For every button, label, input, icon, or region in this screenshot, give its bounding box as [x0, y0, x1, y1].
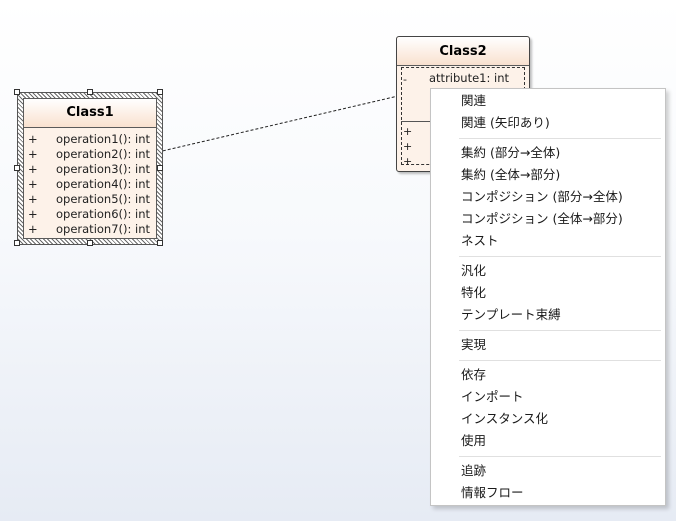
visibility-marker: +	[28, 222, 38, 236]
class2-op-visibility: +	[403, 155, 413, 168]
menu-item-directed-association[interactable]: 関連 (矢印あり)	[461, 113, 550, 133]
visibility-marker: +	[28, 207, 38, 221]
resize-handle-ne[interactable]	[157, 89, 163, 95]
resize-handle-sw[interactable]	[14, 240, 20, 246]
operation-label: operation3(): int	[56, 162, 151, 176]
menu-item-information-flow[interactable]: 情報フロー	[461, 483, 524, 503]
visibility-marker: +	[28, 162, 38, 176]
class2-op-visibility: +	[403, 125, 413, 138]
menu-separator	[459, 456, 661, 457]
class2-title: Class2	[397, 37, 529, 66]
operation-label: operation2(): int	[56, 147, 151, 161]
operation-row: + operation2(): int	[24, 147, 156, 162]
menu-item-aggregation-part-to-whole[interactable]: 集約 (部分→全体)	[461, 143, 560, 163]
resize-handle-se[interactable]	[157, 240, 163, 246]
operation-label: operation7(): int	[56, 222, 151, 236]
operation-row: + operation1(): int	[24, 132, 156, 147]
visibility-marker: +	[28, 147, 38, 161]
menu-item-generalization[interactable]: 汎化	[461, 261, 486, 281]
menu-separator	[459, 138, 661, 139]
operation-row: + operation6(): int	[24, 207, 156, 222]
operation-label: operation1(): int	[56, 132, 151, 146]
visibility-marker: +	[28, 177, 38, 191]
class1-title: Class1	[24, 99, 156, 128]
menu-separator	[459, 256, 661, 257]
operation-label: operation5(): int	[56, 192, 151, 206]
menu-item-composition-whole-to-part[interactable]: コンポジション (全体→部分)	[461, 209, 623, 229]
menu-separator	[459, 330, 661, 331]
menu-item-nesting[interactable]: ネスト	[461, 231, 499, 251]
menu-item-specialization[interactable]: 特化	[461, 283, 486, 303]
resize-handle-w[interactable]	[14, 165, 20, 171]
menu-separator	[459, 360, 661, 361]
resize-handle-nw[interactable]	[14, 89, 20, 95]
class2-attribute: attribute1: int	[429, 71, 510, 85]
class1-operations: + operation1(): int + operation2(): int + o…	[24, 128, 156, 237]
class2-op-visibility: +	[403, 140, 413, 153]
menu-item-import[interactable]: インポート	[461, 387, 524, 407]
operation-label: operation6(): int	[56, 207, 151, 221]
visibility-marker: +	[28, 192, 38, 206]
menu-item-composition-part-to-whole[interactable]: コンポジション (部分→全体)	[461, 187, 623, 207]
operation-row: + operation7(): int	[24, 222, 156, 237]
resize-handle-s[interactable]	[87, 240, 93, 246]
operation-row: + operation5(): int	[24, 192, 156, 207]
resize-handle-e[interactable]	[157, 165, 163, 171]
menu-item-usage[interactable]: 使用	[461, 431, 486, 451]
visibility-marker: +	[28, 132, 38, 146]
menu-item-instantiation[interactable]: インスタンス化	[461, 409, 548, 429]
menu-item-realization[interactable]: 実現	[461, 335, 486, 355]
resize-handle-n[interactable]	[87, 89, 93, 95]
menu-item-association[interactable]: 関連	[461, 91, 486, 111]
menu-item-trace[interactable]: 追跡	[461, 461, 486, 481]
operation-label: operation4(): int	[56, 177, 151, 191]
connector-type-context-menu: 関連 関連 (矢印あり) 集約 (部分→全体) 集約 (全体→部分) コンポジシ…	[430, 88, 666, 506]
class2-attr-visibility: -	[403, 73, 407, 86]
menu-item-dependency[interactable]: 依存	[461, 365, 486, 385]
menu-item-template-binding[interactable]: テンプレート束縛	[461, 305, 561, 325]
menu-item-aggregation-whole-to-part[interactable]: 集約 (全体→部分)	[461, 165, 560, 185]
operation-row: + operation3(): int	[24, 162, 156, 177]
operation-row: + operation4(): int	[24, 177, 156, 192]
diagram-canvas[interactable]: Class2 - attribute1: int + + + Class1 + o…	[0, 0, 676, 521]
class1-element[interactable]: Class1 + operation1(): int + operation2():…	[23, 98, 157, 239]
